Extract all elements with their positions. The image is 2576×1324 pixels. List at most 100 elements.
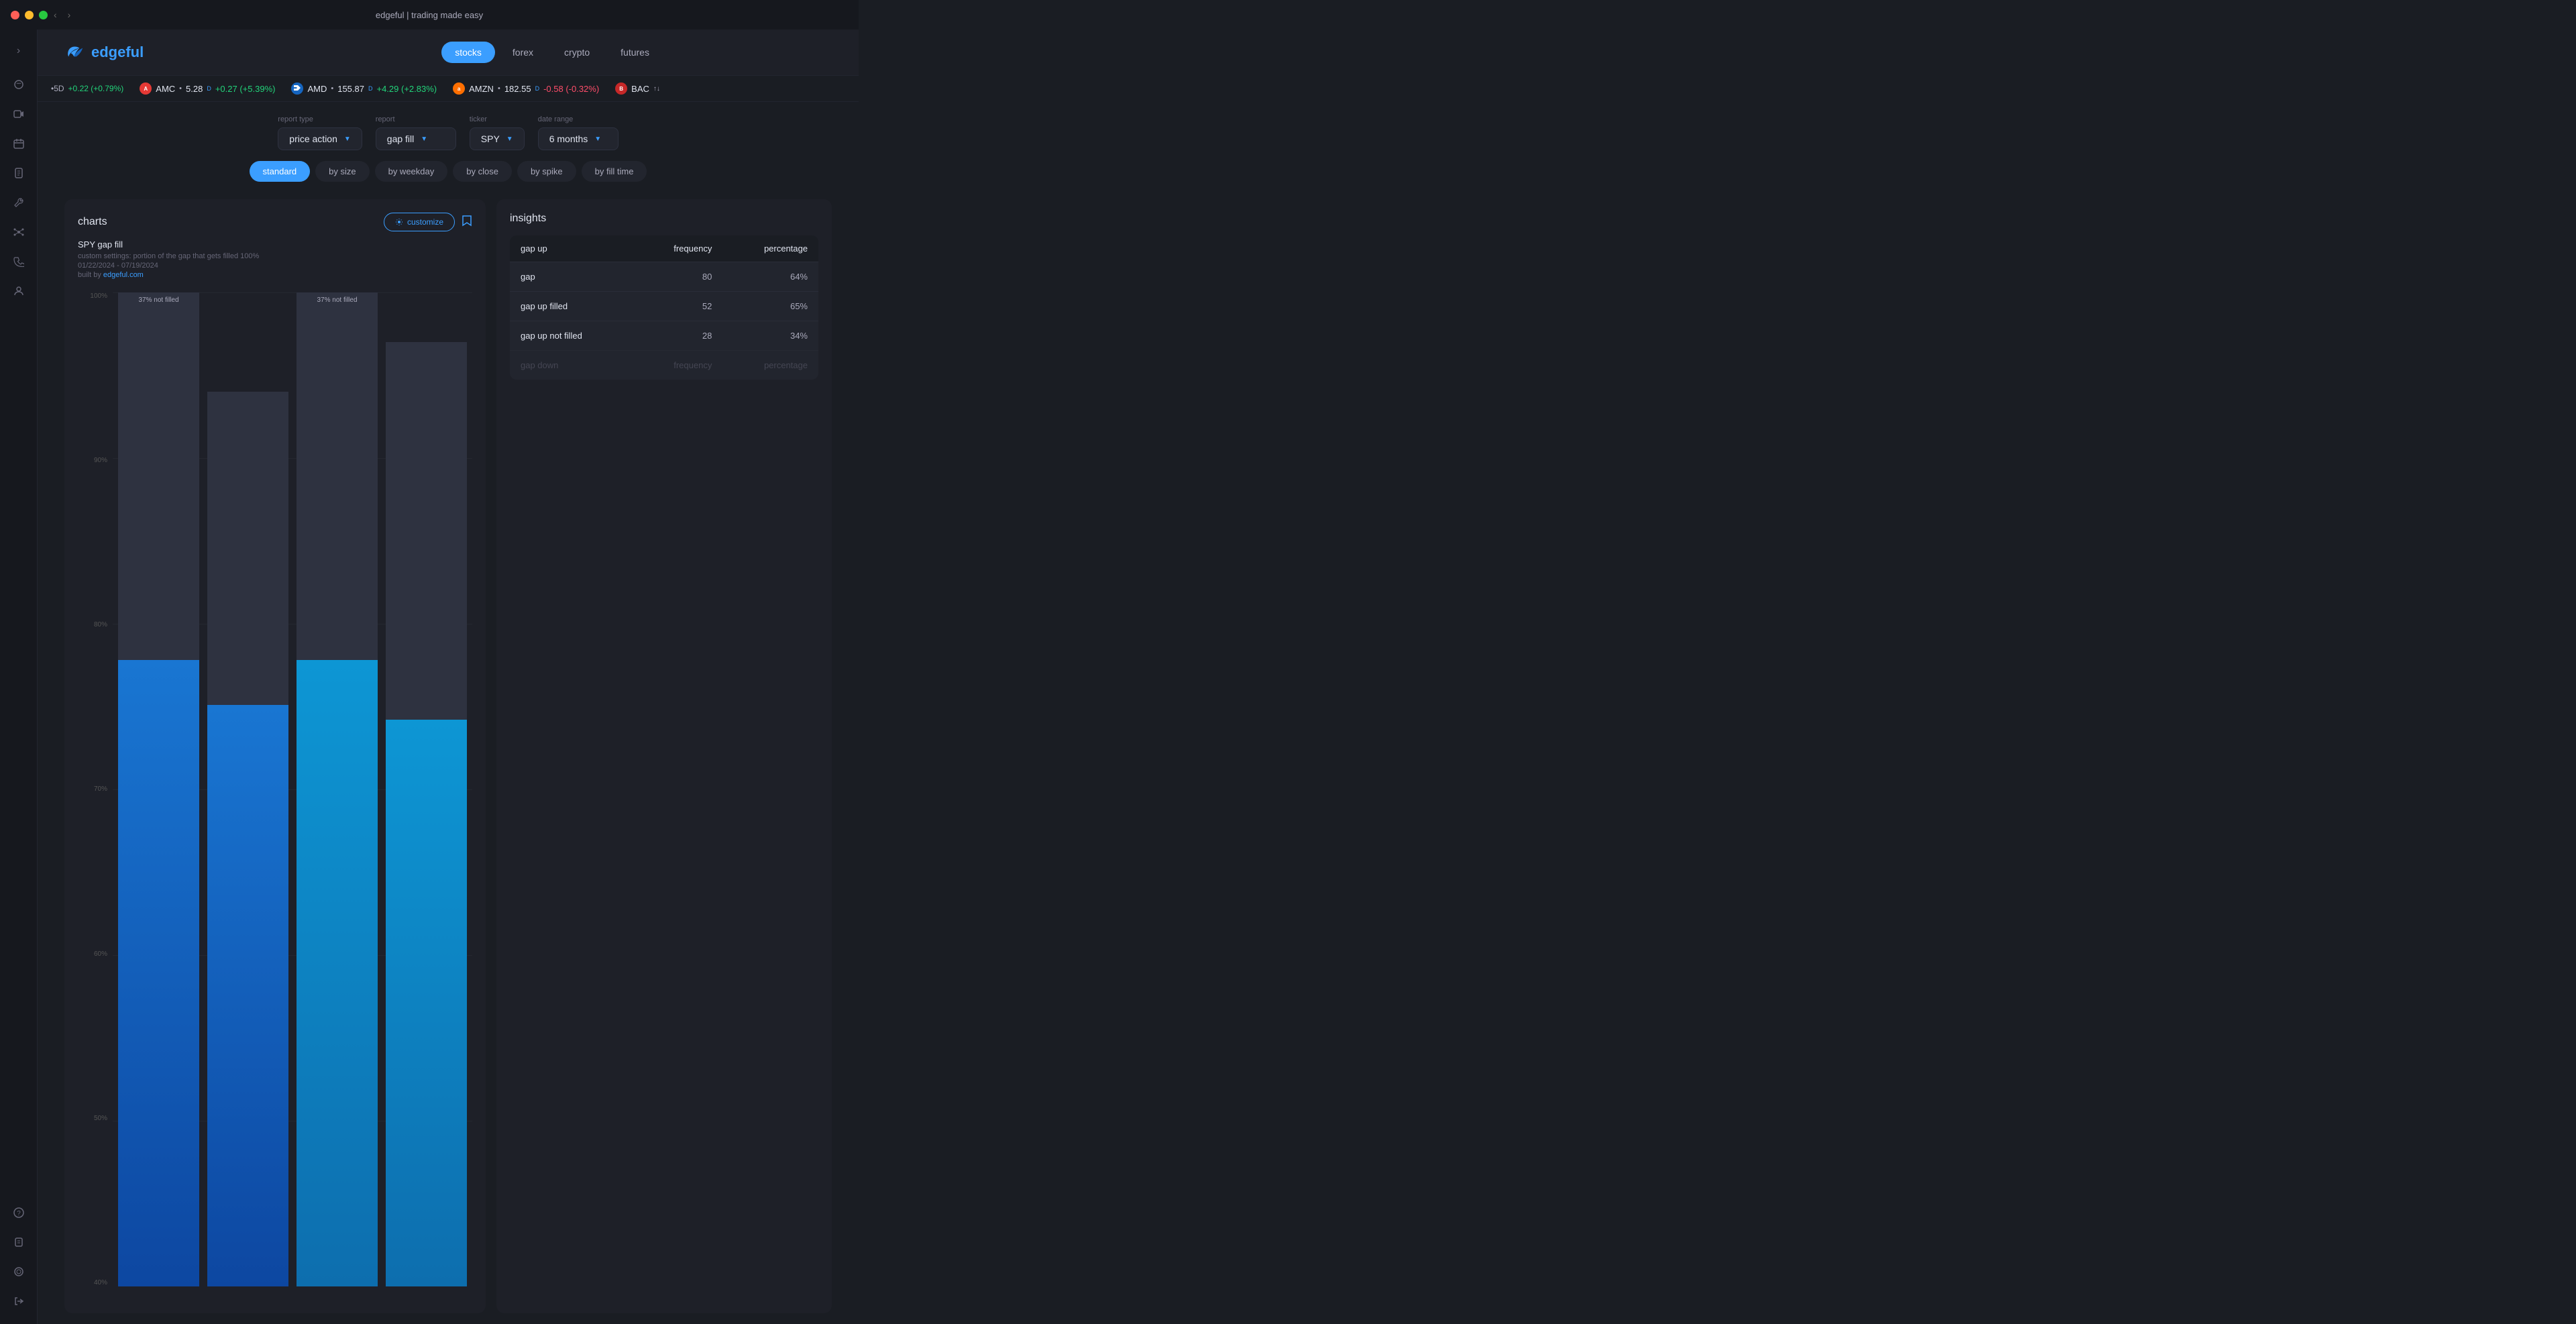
calendar-icon[interactable] xyxy=(7,131,31,156)
y-label-50: 50% xyxy=(78,1115,107,1122)
ticker-amc[interactable]: A AMC • 5.28 D +0.27 (+5.39%) xyxy=(140,82,275,95)
bac-logo: B xyxy=(615,82,627,95)
bar-3-not-filled: 37% not filled xyxy=(297,292,378,660)
video-icon[interactable] xyxy=(7,102,31,126)
bars-container: 37% not filled xyxy=(113,292,472,1286)
bar-2-stack xyxy=(207,392,288,1286)
bar-4 xyxy=(386,292,467,1286)
bar-1-not-filled-label: 37% not filled xyxy=(138,292,178,304)
bar-3: 37% not filled xyxy=(297,292,378,1286)
bar-4-not-filled xyxy=(386,342,467,720)
bar-2-wrapper xyxy=(207,392,288,1286)
y-label-100: 100% xyxy=(78,292,107,300)
amzn-symbol: AMZN xyxy=(469,84,494,94)
logo: edgeful xyxy=(64,42,144,63)
filter-by-weekday[interactable]: by weekday xyxy=(375,161,448,182)
filter-standard[interactable]: standard xyxy=(250,161,311,182)
bar-1-stack: 37% not filled xyxy=(118,292,199,1286)
ticker-amzn[interactable]: a AMZN • 182.55 D -0.58 (-0.32%) xyxy=(453,82,599,95)
chart-area: 100% 90% 80% 70% 60% 50% 40% xyxy=(78,292,472,1300)
date-range-label: date range xyxy=(538,115,619,123)
edgeful-link[interactable]: edgeful.com xyxy=(103,271,144,279)
badge-icon[interactable] xyxy=(7,1230,31,1254)
report-type-chevron: ▼ xyxy=(344,135,351,143)
amd-symbol: AMD xyxy=(307,84,327,94)
logo-text: edgeful xyxy=(91,44,144,61)
bar-2-not-filled xyxy=(207,392,288,705)
report-type-label: report type xyxy=(278,115,362,123)
tab-crypto[interactable]: crypto xyxy=(551,42,603,63)
filter-by-fill-time[interactable]: by fill time xyxy=(582,161,647,182)
chart-subtitle: SPY gap fill xyxy=(78,239,472,250)
discord-icon[interactable] xyxy=(7,72,31,97)
cell-guf-percentage: 65% xyxy=(712,301,808,311)
titlebar: ‹ › edgeful | trading made easy xyxy=(0,0,859,30)
minimize-button[interactable] xyxy=(25,11,34,19)
date-range-value: 6 months xyxy=(549,133,588,144)
sidebar-toggle[interactable]: › xyxy=(8,40,30,62)
network-icon[interactable] xyxy=(7,220,31,244)
filter-by-close[interactable]: by close xyxy=(453,161,512,182)
table-row-gap-up-not-filled: gap up not filled 28 34% xyxy=(510,321,818,350)
amc-change: +0.27 (+5.39%) xyxy=(215,84,276,94)
filter-by-spike[interactable]: by spike xyxy=(517,161,576,182)
charts-panel-actions: customize xyxy=(384,213,472,231)
date-range-chevron: ▼ xyxy=(594,135,601,143)
bar-1: 37% not filled xyxy=(118,292,199,1286)
ticker-value: SPY xyxy=(481,133,500,144)
gear-icon xyxy=(395,218,403,226)
window-title: edgeful | trading made easy xyxy=(376,10,483,20)
person-icon[interactable] xyxy=(7,279,31,303)
frequency-col: frequency xyxy=(616,243,712,254)
bar-4-wrapper xyxy=(386,342,467,1286)
tab-stocks[interactable]: stocks xyxy=(441,42,495,63)
tab-forex[interactable]: forex xyxy=(499,42,547,63)
y-label-70: 70% xyxy=(78,785,107,793)
ticker-dropdown[interactable]: SPY ▼ xyxy=(470,127,525,150)
ticker-item[interactable]: •5D +0.22 (+0.79%) xyxy=(51,84,123,93)
report-type-dropdown[interactable]: price action ▼ xyxy=(278,127,362,150)
date-range-dropdown[interactable]: 6 months ▼ xyxy=(538,127,619,150)
amzn-logo: a xyxy=(453,82,465,95)
wrench-icon[interactable] xyxy=(7,190,31,215)
cell-gap-label: gap xyxy=(521,272,616,282)
cell-guf-label: gap up filled xyxy=(521,301,616,311)
bar-3-filled xyxy=(297,660,378,1286)
tab-futures[interactable]: futures xyxy=(607,42,663,63)
signout-icon[interactable] xyxy=(7,1289,31,1313)
bar-2-filled xyxy=(207,705,288,1286)
report-dropdown[interactable]: gap fill ▼ xyxy=(376,127,456,150)
phone-icon[interactable] xyxy=(7,250,31,274)
logo-bird-icon xyxy=(64,42,86,63)
ticker-amd[interactable]: AMD • 155.87 D +4.29 (+2.83%) xyxy=(291,82,437,95)
bookmark-button[interactable] xyxy=(462,215,472,230)
bar-4-stack xyxy=(386,342,467,1286)
ticker-bac[interactable]: B BAC ↑↓ xyxy=(615,82,660,95)
filter-tabs: standard by size by weekday by close by … xyxy=(250,161,647,182)
cell-gunf-label: gap up not filled xyxy=(521,331,616,341)
customize-button[interactable]: customize xyxy=(384,213,455,231)
chart-description: custom settings: portion of the gap that… xyxy=(78,252,472,260)
amzn-change: -0.58 (-0.32%) xyxy=(543,84,599,94)
question-icon[interactable]: ? xyxy=(7,1201,31,1225)
y-label-80: 80% xyxy=(78,621,107,628)
forward-arrow[interactable]: › xyxy=(68,9,71,20)
back-arrow[interactable]: ‹ xyxy=(54,9,57,20)
header: edgeful stocks forex crypto futures xyxy=(38,30,859,76)
document-icon[interactable] xyxy=(7,161,31,185)
gap-up-col: gap up xyxy=(521,243,616,254)
market-tabs: stocks forex crypto futures xyxy=(441,42,663,63)
cell-guf-frequency: 52 xyxy=(616,301,712,311)
amd-d: D xyxy=(368,85,373,92)
close-button[interactable] xyxy=(11,11,19,19)
maximize-button[interactable] xyxy=(39,11,48,19)
bac-symbol: BAC xyxy=(631,84,649,94)
filter-by-size[interactable]: by size xyxy=(315,161,369,182)
report-type-group: report type price action ▼ xyxy=(278,115,362,150)
report-chevron: ▼ xyxy=(421,135,427,143)
circle-icon[interactable] xyxy=(7,1260,31,1284)
y-label-40: 40% xyxy=(78,1279,107,1286)
sidebar: › ? xyxy=(0,30,38,1324)
ticker-label: ticker xyxy=(470,115,525,123)
y-label-60: 60% xyxy=(78,950,107,958)
